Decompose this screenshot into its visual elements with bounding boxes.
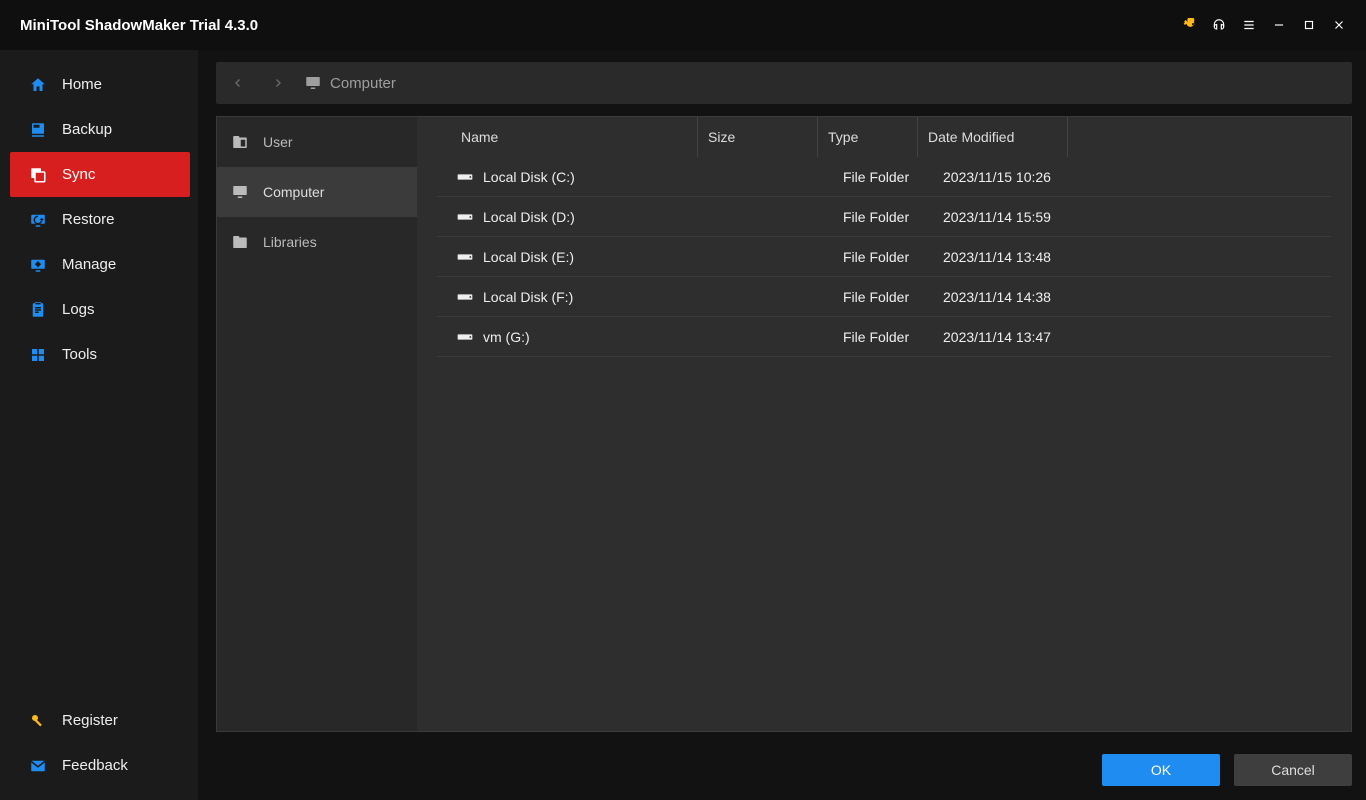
sidebar-item-label: Tools xyxy=(62,346,97,363)
row-type: File Folder xyxy=(843,209,943,225)
sidebar-item-backup[interactable]: Backup xyxy=(10,107,190,152)
row-date: 2023/11/14 14:38 xyxy=(943,289,1331,305)
sidebar-item-label: Backup xyxy=(62,121,112,138)
row-name: Local Disk (E:) xyxy=(483,249,721,265)
body: Home Backup Sync xyxy=(0,50,1366,800)
table-row[interactable]: Local Disk (F:) File Folder2023/11/14 14:… xyxy=(437,277,1331,317)
titlebar-right xyxy=(1174,10,1354,40)
sidebar-item-home[interactable]: Home xyxy=(10,62,190,107)
sidebar-item-label: Manage xyxy=(62,256,116,273)
button-row: OK Cancel xyxy=(216,744,1352,786)
sidebar: Home Backup Sync xyxy=(0,50,198,800)
tree-item-computer[interactable]: Computer xyxy=(217,167,417,217)
titlebar-left: MiniTool ShadowMaker Trial 4.3.0 xyxy=(12,17,258,34)
sidebar-item-logs[interactable]: Logs xyxy=(10,287,190,332)
row-date: 2023/11/14 13:47 xyxy=(943,329,1331,345)
row-name: Local Disk (D:) xyxy=(483,209,721,225)
row-name: Local Disk (F:) xyxy=(483,289,721,305)
drive-icon xyxy=(453,211,477,223)
drive-icon xyxy=(453,251,477,263)
back-button[interactable] xyxy=(224,69,252,97)
sidebar-item-label: Home xyxy=(62,76,102,93)
close-button[interactable] xyxy=(1324,10,1354,40)
breadcrumb: Computer xyxy=(216,62,1352,104)
row-type: File Folder xyxy=(843,169,943,185)
sidebar-item-restore[interactable]: Restore xyxy=(10,197,190,242)
row-name: Local Disk (C:) xyxy=(483,169,721,185)
sidebar-item-feedback[interactable]: Feedback xyxy=(10,743,190,788)
main: Computer User Computer Libraries xyxy=(198,50,1366,800)
col-name[interactable]: Name xyxy=(417,117,697,157)
app-title: MiniTool ShadowMaker Trial 4.3.0 xyxy=(20,17,258,34)
breadcrumb-path[interactable]: Computer xyxy=(304,74,396,92)
row-date: 2023/11/15 10:26 xyxy=(943,169,1331,185)
app-window: MiniTool ShadowMaker Trial 4.3.0 xyxy=(0,0,1366,800)
file-panel: Name Size Type Date Modified Local Disk … xyxy=(417,117,1351,731)
explorer: User Computer Libraries Name Size xyxy=(216,116,1352,732)
sidebar-item-label: Feedback xyxy=(62,757,128,774)
key-icon xyxy=(28,711,48,731)
restore-icon xyxy=(28,210,48,230)
sync-icon xyxy=(28,165,48,185)
tree-item-label: Libraries xyxy=(263,234,317,250)
titlebar: MiniTool ShadowMaker Trial 4.3.0 xyxy=(0,0,1366,50)
tree-panel: User Computer Libraries xyxy=(217,117,417,731)
row-type: File Folder xyxy=(843,289,943,305)
home-icon xyxy=(28,75,48,95)
tree-item-label: Computer xyxy=(263,184,324,200)
forward-button[interactable] xyxy=(264,69,292,97)
table-row[interactable]: Local Disk (E:) File Folder2023/11/14 13:… xyxy=(437,237,1331,277)
cancel-button[interactable]: Cancel xyxy=(1234,754,1352,786)
backup-icon xyxy=(28,120,48,140)
drive-icon xyxy=(453,291,477,303)
file-list: Local Disk (C:)File Folder2023/11/15 10:… xyxy=(417,157,1351,731)
tools-icon xyxy=(28,345,48,365)
col-type[interactable]: Type xyxy=(817,117,917,157)
drive-icon xyxy=(453,171,477,183)
manage-icon xyxy=(28,255,48,275)
col-end xyxy=(1067,117,1351,157)
sidebar-item-tools[interactable]: Tools xyxy=(10,332,190,377)
sidebar-item-label: Sync xyxy=(62,166,95,183)
nav-bottom: Register Feedback xyxy=(0,698,198,788)
ok-button[interactable]: OK xyxy=(1102,754,1220,786)
license-key-button[interactable] xyxy=(1174,10,1204,40)
row-type: File Folder xyxy=(843,249,943,265)
row-name: vm (G:) xyxy=(483,329,721,345)
row-date: 2023/11/14 15:59 xyxy=(943,209,1331,225)
table-row[interactable]: Local Disk (C:) File Folder2023/11/15 10:… xyxy=(437,157,1331,197)
help-button[interactable] xyxy=(1204,10,1234,40)
minimize-button[interactable] xyxy=(1264,10,1294,40)
tree-item-libraries[interactable]: Libraries xyxy=(217,217,417,267)
row-date: 2023/11/14 13:48 xyxy=(943,249,1331,265)
mail-icon xyxy=(28,756,48,776)
sidebar-item-label: Register xyxy=(62,712,118,729)
sidebar-item-label: Logs xyxy=(62,301,95,318)
tree-item-user[interactable]: User xyxy=(217,117,417,167)
maximize-button[interactable] xyxy=(1294,10,1324,40)
drive-icon xyxy=(453,331,477,343)
sidebar-item-register[interactable]: Register xyxy=(10,698,190,743)
menu-button[interactable] xyxy=(1234,10,1264,40)
table-row[interactable]: Local Disk (D:) File Folder2023/11/14 15:… xyxy=(437,197,1331,237)
row-type: File Folder xyxy=(843,329,943,345)
file-header: Name Size Type Date Modified xyxy=(417,117,1351,157)
table-row[interactable]: vm (G:) File Folder2023/11/14 13:47 xyxy=(437,317,1331,357)
nav-list: Home Backup Sync xyxy=(0,62,198,377)
sidebar-item-sync[interactable]: Sync xyxy=(10,152,190,197)
col-date[interactable]: Date Modified xyxy=(917,117,1067,157)
sidebar-item-manage[interactable]: Manage xyxy=(10,242,190,287)
breadcrumb-label: Computer xyxy=(330,75,396,92)
tree-item-label: User xyxy=(263,134,293,150)
logs-icon xyxy=(28,300,48,320)
col-size[interactable]: Size xyxy=(697,117,817,157)
sidebar-item-label: Restore xyxy=(62,211,115,228)
